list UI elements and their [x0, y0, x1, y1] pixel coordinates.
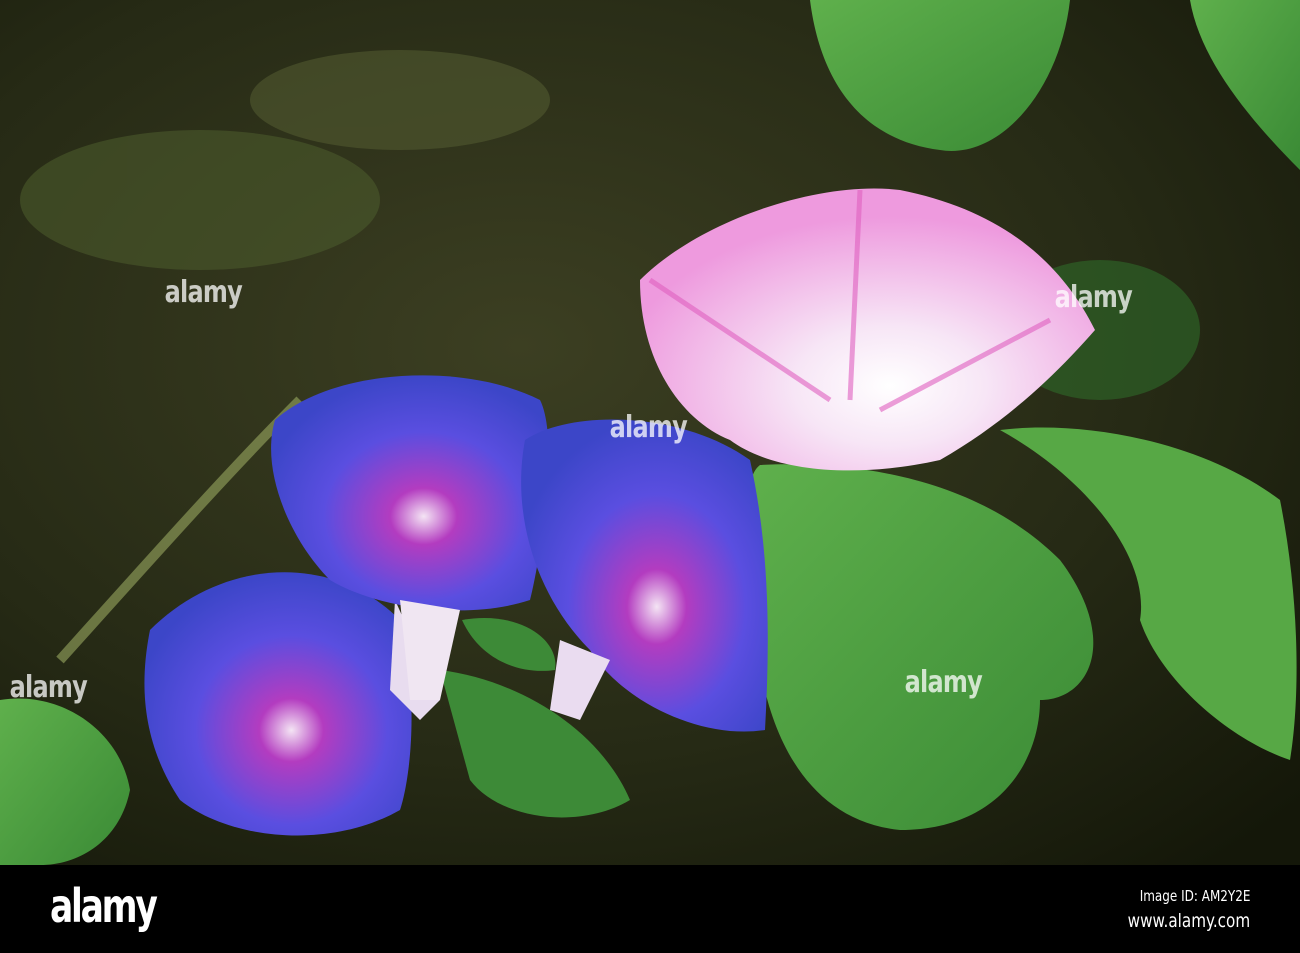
alamy-logo: alamy [50, 879, 158, 933]
blue-flower-right [521, 419, 768, 732]
watermark: alamy [1054, 280, 1133, 315]
watermark: alamy [164, 275, 243, 310]
watermark: alamy [904, 665, 983, 700]
watermark: alamy [609, 410, 688, 445]
website-url: www.alamy.com [1127, 910, 1250, 932]
blue-flower-left [144, 572, 440, 836]
image-id: Image ID: AM2Y2E [1139, 887, 1250, 905]
footer-bar: alamy Image ID: AM2Y2E www.alamy.com [0, 865, 1300, 953]
watermark: alamy [9, 670, 88, 705]
